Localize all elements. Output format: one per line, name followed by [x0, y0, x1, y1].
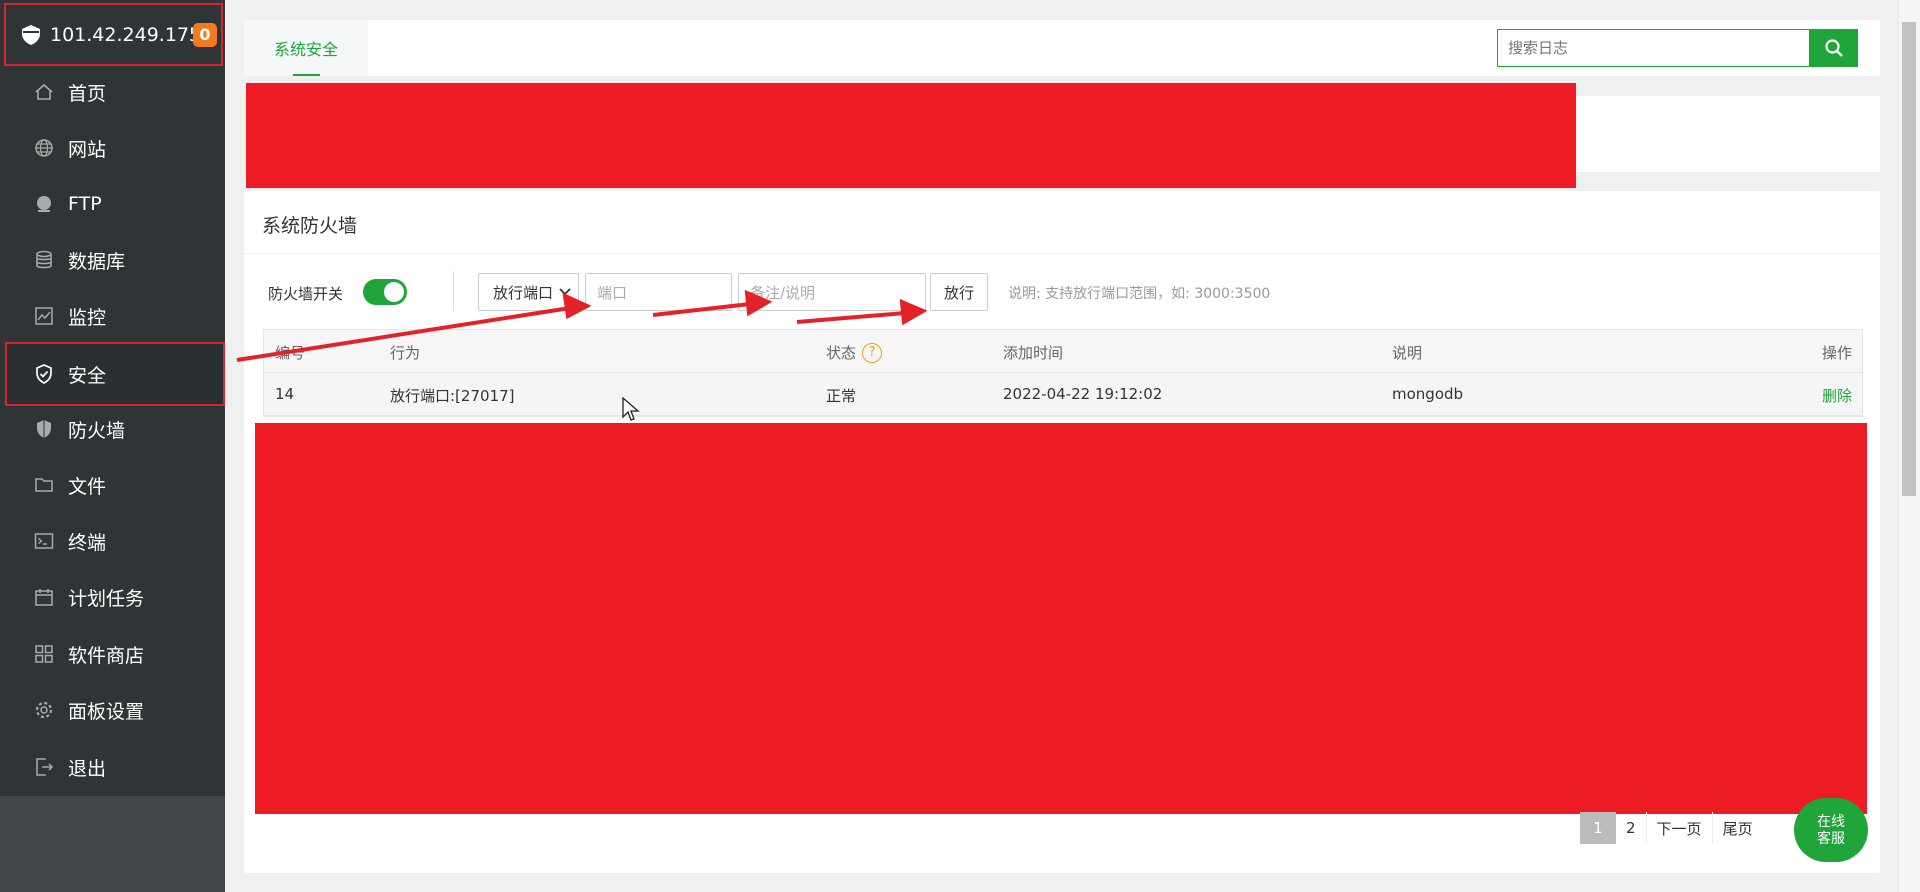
apps-grid-icon — [34, 644, 54, 664]
column-header-id: 编号 — [275, 344, 306, 362]
notification-badge[interactable]: 0 — [193, 23, 217, 47]
search-input[interactable] — [1497, 29, 1809, 67]
sidebar-menu: 101.42.249.175 0 首页 网站 FTP 数据库 监控 安全 防火墙… — [0, 0, 225, 796]
column-header-op: 操作 — [1821, 344, 1852, 362]
calendar-icon — [34, 587, 54, 607]
home-icon — [34, 82, 54, 102]
sidebar-item-terminal[interactable]: 终端 — [0, 513, 225, 569]
globe-icon — [34, 138, 54, 158]
sidebar-item-label: 防火墙 — [68, 419, 126, 442]
monitor-icon — [34, 306, 54, 326]
sidebar-item-label: 软件商店 — [68, 644, 145, 667]
folder-icon — [34, 475, 54, 495]
sidebar-item-store[interactable]: 软件商店 — [0, 626, 225, 682]
top-bar: 系统安全 — [244, 20, 1880, 76]
gear-icon — [34, 700, 54, 720]
tab-system-security[interactable]: 系统安全 — [244, 20, 368, 76]
divider — [453, 271, 454, 311]
sidebar-item-firewall[interactable]: 防火墙 — [0, 401, 225, 457]
column-header-note: 说明 — [1392, 344, 1423, 362]
firewall-toolbar: 防火墙开关 放行端口 端口 备注/说明 放行 说明: 支持放行端口范围，如: 3… — [268, 271, 1868, 311]
help-icon[interactable]: ? — [862, 342, 883, 363]
sidebar-item-website[interactable]: 网站 — [0, 120, 225, 176]
page-1[interactable]: 1 — [1580, 812, 1616, 844]
mouse-cursor-icon — [622, 397, 640, 421]
chevron-down-icon — [558, 284, 572, 302]
sidebar-item-home[interactable]: 首页 — [0, 64, 225, 120]
column-header-action: 行为 — [390, 344, 421, 362]
database-icon — [34, 250, 54, 270]
server-ip: 101.42.249.175 — [50, 23, 202, 46]
allow-button[interactable]: 放行 — [930, 273, 988, 311]
port-input[interactable]: 端口 — [585, 273, 732, 311]
terminal-icon — [34, 531, 54, 551]
cell-status: 正常 — [826, 387, 857, 405]
sidebar-item-label: FTP — [68, 193, 102, 215]
status-header-label: 状态 — [826, 344, 857, 362]
sidebar-item-label: 首页 — [68, 82, 107, 105]
sidebar-item-label: 计划任务 — [68, 587, 145, 610]
last-page[interactable]: 尾页 — [1711, 812, 1763, 844]
sidebar-item-security[interactable]: 安全 — [5, 342, 225, 406]
column-header-time: 添加时间 — [1003, 344, 1064, 362]
rules-table: 编号 行为 状态? 添加时间 说明 操作 14 放行端口:[27017] 正常 … — [263, 329, 1863, 417]
page-2[interactable]: 2 — [1616, 812, 1646, 844]
divider — [244, 253, 1880, 254]
sidebar-item-label: 终端 — [68, 531, 107, 554]
sidebar-item-database[interactable]: 数据库 — [0, 232, 225, 288]
shield-check-icon — [34, 364, 54, 384]
scrollbar-thumb[interactable] — [1902, 22, 1916, 496]
firewall-shield-icon — [34, 419, 54, 439]
panel-title: 系统防火墙 — [262, 215, 358, 237]
sidebar-item-settings[interactable]: 面板设置 — [0, 682, 225, 738]
scrollbar[interactable] — [1898, 0, 1920, 892]
redacted-region — [255, 423, 1867, 814]
next-page[interactable]: 下一页 — [1645, 812, 1712, 844]
sidebar-item-label: 数据库 — [68, 250, 126, 273]
firewall-toggle[interactable] — [363, 279, 407, 305]
sidebar-item-label: 网站 — [68, 138, 107, 161]
sidebar-item-label: 监控 — [68, 306, 107, 329]
sidebar-item-ftp[interactable]: FTP — [0, 176, 225, 232]
ftp-icon — [34, 194, 54, 214]
cell-time: 2022-04-22 19:12:02 — [1003, 385, 1163, 403]
search-button[interactable] — [1809, 29, 1858, 67]
cell-id: 14 — [275, 385, 295, 403]
note-input[interactable]: 备注/说明 — [738, 273, 926, 311]
sidebar-item-logout[interactable]: 退出 — [0, 739, 225, 795]
info-card — [1577, 96, 1880, 172]
chat-line-1: 在线 — [1817, 814, 1845, 830]
delete-link[interactable]: 删除 — [1822, 385, 1852, 406]
action-select-value: 放行端口 — [493, 283, 554, 302]
pagination: 1 2 下一页 尾页 — [1580, 812, 1763, 844]
server-header[interactable]: 101.42.249.175 0 — [4, 3, 223, 66]
sidebar-item-files[interactable]: 文件 — [0, 457, 225, 513]
hint-text: 说明: 支持放行端口范围，如: 3000:3500 — [1008, 286, 1271, 302]
cell-note: mongodb — [1392, 385, 1464, 403]
sidebar-item-cron[interactable]: 计划任务 — [0, 569, 225, 625]
log-search — [1497, 29, 1858, 67]
redacted-region — [246, 83, 1576, 188]
sidebar-item-label: 安全 — [68, 364, 107, 387]
sidebar-item-label: 面板设置 — [68, 700, 145, 723]
logout-icon — [34, 757, 54, 777]
chat-line-2: 客服 — [1817, 831, 1845, 847]
sidebar-item-monitor[interactable]: 监控 — [0, 288, 225, 344]
sidebar-item-label: 文件 — [68, 475, 107, 498]
cell-action: 放行端口:[27017] — [390, 387, 515, 405]
firewall-switch-label: 防火墙开关 — [268, 285, 344, 303]
action-select[interactable]: 放行端口 — [478, 273, 579, 311]
table-row: 14 放行端口:[27017] 正常 2022-04-22 19:12:02 m… — [264, 373, 1862, 416]
online-support-button[interactable]: 在线 客服 — [1794, 798, 1868, 862]
search-icon — [1824, 38, 1844, 58]
server-shield-icon — [20, 24, 42, 46]
sidebar: 101.42.249.175 0 首页 网站 FTP 数据库 监控 安全 防火墙… — [0, 0, 225, 892]
table-header: 编号 行为 状态? 添加时间 说明 操作 — [264, 330, 1862, 373]
sidebar-item-label: 退出 — [68, 757, 107, 780]
column-header-status: 状态? — [826, 342, 883, 364]
